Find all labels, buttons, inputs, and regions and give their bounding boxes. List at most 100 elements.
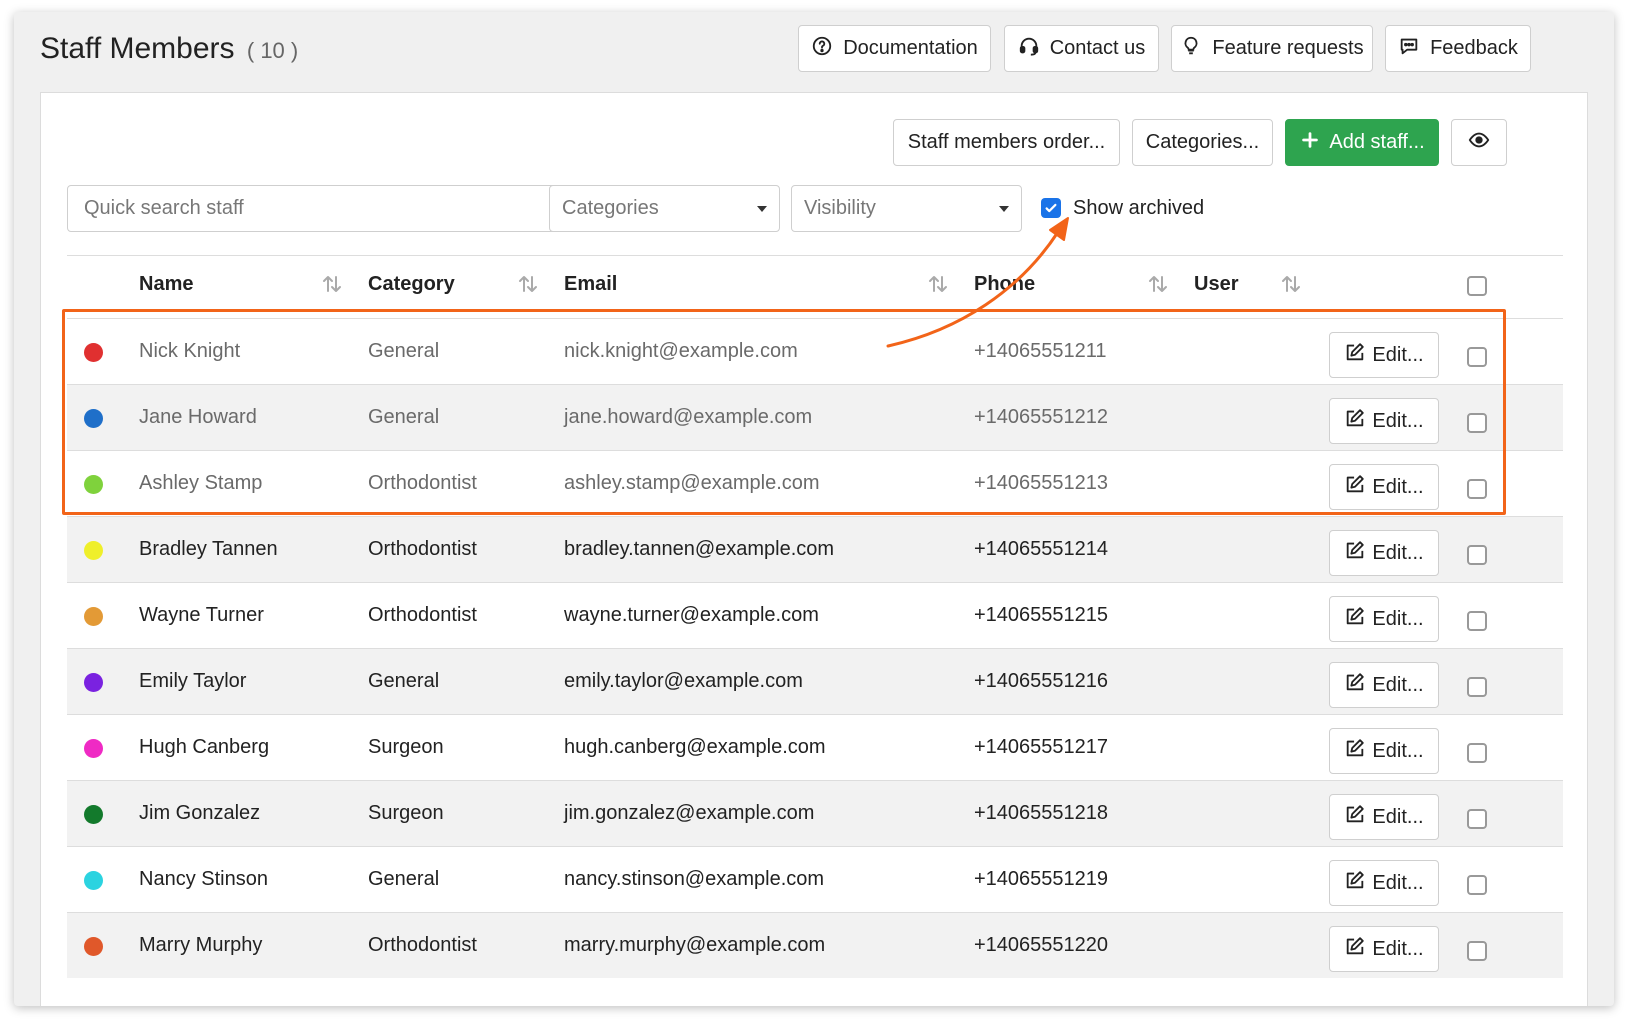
add-staff-label: Add staff...: [1329, 131, 1425, 153]
cell-email: nick.knight@example.com: [564, 340, 798, 362]
edit-button[interactable]: Edit...: [1329, 794, 1439, 840]
cell-email: jim.gonzalez@example.com: [564, 802, 815, 824]
contact-button[interactable]: Contact us: [1004, 25, 1159, 72]
edit-label: Edit...: [1372, 607, 1424, 630]
cell-category: Orthodontist: [368, 538, 477, 560]
row-checkbox[interactable]: [1467, 809, 1487, 829]
categories-select[interactable]: Categories: [549, 185, 780, 232]
column-header-user[interactable]: User: [1194, 273, 1238, 296]
edit-button[interactable]: Edit...: [1329, 728, 1439, 774]
table-row: Wayne Turner Orthodontist wayne.turner@exa…: [67, 582, 1563, 648]
sort-icon[interactable]: [926, 272, 950, 296]
cell-email: hugh.canberg@example.com: [564, 736, 826, 758]
cell-category: General: [368, 406, 440, 428]
select-all-checkbox[interactable]: [1467, 276, 1487, 296]
row-checkbox[interactable]: [1467, 875, 1487, 895]
documentation-label: Documentation: [843, 37, 978, 59]
column-header-name[interactable]: Name: [139, 273, 193, 296]
edit-button[interactable]: Edit...: [1329, 398, 1439, 444]
cell-category: Orthodontist: [368, 472, 477, 494]
cell-phone: +14065551211: [974, 340, 1107, 362]
edit-icon: [1344, 341, 1366, 369]
categories-button[interactable]: Categories...: [1132, 119, 1273, 166]
visibility-toggle-button[interactable]: [1451, 119, 1507, 166]
cell-name: Bradley Tannen: [139, 538, 278, 560]
row-checkbox[interactable]: [1467, 479, 1487, 499]
cell-name: Hugh Canberg: [139, 736, 270, 758]
edit-icon: [1344, 803, 1366, 831]
cell-phone: +14065551219: [974, 868, 1109, 890]
add-staff-button[interactable]: Add staff...: [1285, 119, 1439, 166]
eye-icon: [1468, 129, 1490, 157]
cell-phone: +14065551216: [974, 670, 1109, 692]
staff-order-button[interactable]: Staff members order...: [893, 119, 1120, 166]
edit-label: Edit...: [1372, 343, 1424, 366]
show-archived-control[interactable]: Show archived: [1041, 195, 1204, 221]
table-header: Name Category Email Phone User: [67, 256, 1563, 318]
edit-icon: [1344, 869, 1366, 897]
cell-category: Orthodontist: [368, 604, 477, 626]
chat-bubble-icon: [1398, 35, 1420, 63]
column-header-email[interactable]: Email: [564, 273, 617, 296]
feature-requests-label: Feature requests: [1212, 37, 1364, 59]
sort-icon[interactable]: [320, 272, 344, 296]
question-circle-icon: [811, 35, 833, 63]
edit-icon: [1344, 737, 1366, 765]
page-header: Staff Members ( 10 ) Documentation Conta…: [14, 12, 1614, 92]
edit-label: Edit...: [1372, 541, 1424, 564]
documentation-button[interactable]: Documentation: [798, 25, 991, 72]
edit-button[interactable]: Edit...: [1329, 530, 1439, 576]
table-row: Marry Murphy Orthodontist marry.murphy@exa…: [67, 912, 1563, 978]
color-dot: [84, 475, 103, 494]
table-row: Emily Taylor General emily.taylor@example.…: [67, 648, 1563, 714]
search-input[interactable]: [67, 185, 557, 232]
edit-icon: [1344, 671, 1366, 699]
sort-icon[interactable]: [1279, 272, 1303, 296]
sort-icon[interactable]: [1146, 272, 1170, 296]
cell-phone: +14065551218: [974, 802, 1109, 824]
cell-email: emily.taylor@example.com: [564, 670, 803, 692]
edit-label: Edit...: [1372, 475, 1424, 498]
show-archived-checkbox[interactable]: [1041, 198, 1061, 218]
cell-email: wayne.turner@example.com: [564, 604, 819, 626]
row-checkbox[interactable]: [1467, 545, 1487, 565]
page-title-text: Staff Members: [40, 32, 235, 65]
visibility-select[interactable]: Visibility: [791, 185, 1022, 232]
sort-icon[interactable]: [516, 272, 540, 296]
edit-button[interactable]: Edit...: [1329, 860, 1439, 906]
edit-label: Edit...: [1372, 871, 1424, 894]
feedback-label: Feedback: [1430, 37, 1518, 59]
color-dot: [84, 805, 103, 824]
edit-button[interactable]: Edit...: [1329, 464, 1439, 510]
edit-label: Edit...: [1372, 937, 1424, 960]
column-header-category[interactable]: Category: [368, 273, 455, 296]
row-checkbox[interactable]: [1467, 611, 1487, 631]
cell-category: Surgeon: [368, 736, 444, 758]
color-dot: [84, 409, 103, 428]
edit-button[interactable]: Edit...: [1329, 596, 1439, 642]
edit-button[interactable]: Edit...: [1329, 926, 1439, 972]
feature-requests-button[interactable]: Feature requests: [1171, 25, 1373, 72]
row-checkbox[interactable]: [1467, 743, 1487, 763]
table-row: Ashley Stamp Orthodontist ashley.stamp@exa…: [67, 450, 1563, 516]
table-row: Nancy Stinson General nancy.stinson@exampl…: [67, 846, 1563, 912]
edit-label: Edit...: [1372, 805, 1424, 828]
edit-icon: [1344, 473, 1366, 501]
row-checkbox[interactable]: [1467, 677, 1487, 697]
cell-phone: +14065551220: [974, 934, 1109, 956]
column-header-phone[interactable]: Phone: [974, 273, 1035, 296]
contact-label: Contact us: [1049, 37, 1146, 59]
row-checkbox[interactable]: [1467, 941, 1487, 961]
edit-button[interactable]: Edit...: [1329, 332, 1439, 378]
cell-email: ashley.stamp@example.com: [564, 472, 820, 494]
row-checkbox[interactable]: [1467, 413, 1487, 433]
app-window: Staff Members ( 10 ) Documentation Conta…: [14, 12, 1614, 1006]
table-row: Jane Howard General jane.howard@example.co…: [67, 384, 1563, 450]
edit-button[interactable]: Edit...: [1329, 662, 1439, 708]
color-dot: [84, 739, 103, 758]
edit-label: Edit...: [1372, 673, 1424, 696]
feedback-button[interactable]: Feedback: [1385, 25, 1531, 72]
row-checkbox[interactable]: [1467, 347, 1487, 367]
edit-icon: [1344, 605, 1366, 633]
headset-icon: [1018, 35, 1040, 63]
